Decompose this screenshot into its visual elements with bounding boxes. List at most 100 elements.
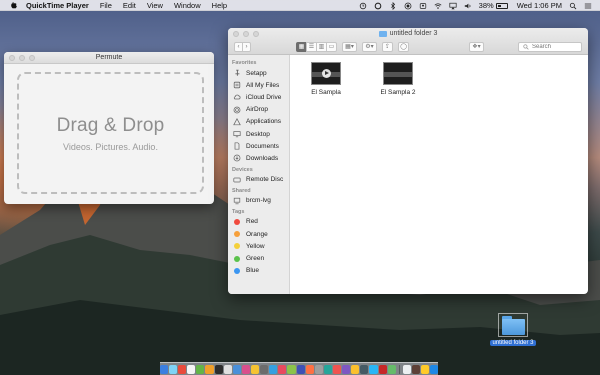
spotlight-icon[interactable]: [569, 2, 577, 10]
airplay-icon[interactable]: [449, 2, 457, 10]
finder-content: El Sampla El Sampla 2: [290, 55, 588, 294]
search-icon: [523, 43, 529, 50]
arrange-button[interactable]: ▦▾: [342, 41, 357, 52]
documents-icon: [234, 142, 240, 150]
tag-icon[interactable]: ◯: [398, 41, 409, 52]
sidebar-item-label: Desktop: [246, 130, 270, 138]
dock-app-icon[interactable]: [351, 364, 360, 374]
sync-icon[interactable]: [374, 2, 382, 10]
notification-center-icon[interactable]: [584, 2, 592, 10]
sidebar-item-icloud-drive[interactable]: iCloud Drive: [228, 91, 289, 103]
permute-window: Permute Drag & Drop Videos. Pictures. Au…: [4, 52, 214, 204]
dock-app-icon[interactable]: [223, 364, 232, 374]
sidebar-tag-blue[interactable]: Blue: [228, 265, 289, 277]
desktop-icon: [233, 131, 241, 138]
dock-app-icon[interactable]: [360, 364, 369, 374]
dock-app-icon[interactable]: [205, 364, 214, 374]
search-input[interactable]: [532, 43, 580, 50]
apple-menu-icon[interactable]: [10, 1, 18, 9]
dock-app-icon[interactable]: [196, 364, 205, 374]
dock-app-icon[interactable]: [342, 364, 351, 374]
dock-app-icon[interactable]: [314, 364, 323, 374]
permute-titlebar[interactable]: Permute: [4, 52, 214, 64]
forward-button[interactable]: ›: [242, 41, 251, 52]
sidebar-item-airdrop[interactable]: AirDrop: [228, 104, 289, 116]
dock-app-icon[interactable]: [323, 364, 332, 374]
sidebar-item-label: Red: [246, 218, 258, 226]
menu-window[interactable]: Window: [174, 1, 201, 10]
dock-app-icon[interactable]: [411, 364, 420, 374]
sidebar-item-remote-disc[interactable]: Remote Disc: [228, 174, 289, 186]
dock-app-icon[interactable]: [378, 364, 387, 374]
close-button[interactable]: [9, 55, 15, 61]
battery-status[interactable]: 38%: [479, 1, 508, 10]
sidebar-tag-orange[interactable]: Orange: [228, 228, 289, 240]
sidebar-item-desktop[interactable]: Desktop: [228, 128, 289, 140]
sidebar-tag-green[interactable]: Green: [228, 252, 289, 264]
desktop-folder-label: untitled folder 3: [490, 340, 536, 346]
sidebar-tag-yellow[interactable]: Yellow: [228, 240, 289, 252]
search-field[interactable]: [518, 41, 582, 52]
dock-app-icon[interactable]: [278, 364, 287, 374]
menu-help[interactable]: Help: [212, 1, 227, 10]
menu-view[interactable]: View: [147, 1, 163, 10]
dock-app-icon[interactable]: [241, 364, 250, 374]
all-files-icon: [233, 82, 241, 89]
sidebar-item-label: Applications: [246, 118, 282, 126]
dock-app-icon[interactable]: [232, 364, 241, 374]
dock-app-icon[interactable]: [332, 364, 342, 374]
dock-app-icon[interactable]: [402, 364, 411, 374]
dropbox-icon[interactable]: ❖▾: [469, 41, 484, 52]
folder-icon: [498, 313, 528, 337]
zoom-button[interactable]: [29, 55, 35, 61]
file-name: El Sampla: [311, 89, 341, 96]
desktop-folder[interactable]: untitled folder 3: [488, 313, 538, 346]
sidebar-item-applications[interactable]: Applications: [228, 116, 289, 128]
menu-file[interactable]: File: [100, 1, 112, 10]
sidebar-item-label: AirDrop: [246, 106, 269, 114]
user-icon[interactable]: [419, 2, 427, 10]
sidebar-item-downloads[interactable]: Downloads: [228, 152, 289, 164]
bluetooth-icon[interactable]: [389, 1, 397, 10]
file-item[interactable]: El Sampla: [298, 60, 354, 294]
sidebar-tag-red[interactable]: Red: [228, 216, 289, 228]
dock-app-icon[interactable]: [169, 364, 178, 374]
menu-edit[interactable]: Edit: [123, 1, 136, 10]
dock-app-icon[interactable]: [187, 364, 196, 374]
dock-app-icon[interactable]: [305, 364, 314, 374]
dock-app-icon[interactable]: [260, 364, 269, 374]
record-icon[interactable]: [404, 2, 412, 10]
dock-app-icon[interactable]: [387, 364, 396, 374]
finder-titlebar[interactable]: untitled folder 3 ‹ › ▦ ☰ ▥ ▭ ▦▾ ⚙▾ ⇪ ◯ …: [228, 28, 588, 55]
file-item[interactable]: El Sampla 2: [370, 60, 426, 294]
cover-flow-icon[interactable]: ▭: [326, 41, 337, 52]
dock-app-icon[interactable]: [159, 364, 169, 374]
minimize-button[interactable]: [19, 55, 25, 61]
finder-sidebar: Favorites Setapp All My Files iCloud Dri…: [228, 55, 290, 294]
wifi-icon[interactable]: [434, 2, 442, 10]
drop-zone[interactable]: Drag & Drop Videos. Pictures. Audio.: [17, 72, 204, 194]
dock-app-icon[interactable]: [429, 364, 439, 374]
dock-app-icon[interactable]: [369, 364, 378, 374]
finder-title-text: untitled folder 3: [389, 30, 438, 37]
sidebar-item-documents[interactable]: Documents: [228, 140, 289, 152]
view-mode-buttons: ▦ ☰ ▥ ▭: [296, 41, 337, 52]
dock-app-icon[interactable]: [214, 364, 223, 374]
dock-app-icon[interactable]: [251, 364, 260, 374]
menu-clock[interactable]: Wed 1:06 PM: [517, 1, 562, 10]
volume-icon[interactable]: [464, 2, 472, 10]
drop-zone-title: Drag & Drop: [56, 114, 165, 136]
dock-app-icon[interactable]: [420, 364, 429, 374]
dock-app-icon[interactable]: [287, 364, 296, 374]
sidebar-item-setapp[interactable]: Setapp: [228, 67, 289, 79]
dock-app-icon[interactable]: [296, 364, 305, 374]
action-gear-icon[interactable]: ⚙▾: [362, 41, 377, 52]
drop-zone-subtitle: Videos. Pictures. Audio.: [63, 141, 158, 152]
sidebar-item-brcm-lvg[interactable]: brcm-lvg: [228, 195, 289, 207]
dock-app-icon[interactable]: [269, 364, 278, 374]
menu-app-name[interactable]: QuickTime Player: [26, 1, 89, 10]
sidebar-item-all-my-files[interactable]: All My Files: [228, 79, 289, 91]
dock-app-icon[interactable]: [178, 364, 187, 374]
time-machine-icon[interactable]: [359, 2, 367, 10]
share-icon[interactable]: ⇪: [382, 41, 393, 52]
